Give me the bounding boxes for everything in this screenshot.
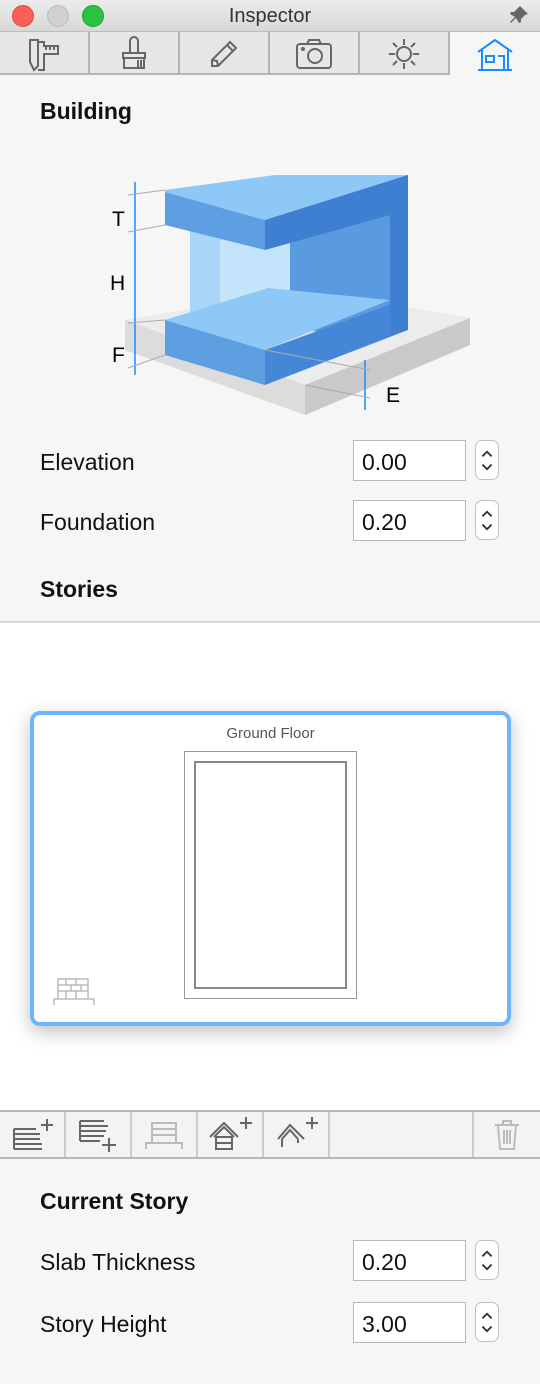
sun-icon [389,38,419,69]
tab-dimensions[interactable] [0,32,90,75]
foundation-icon [145,1121,183,1149]
building-heading: Building [40,98,132,124]
elevation-stepper[interactable] [475,440,499,480]
elevation-input[interactable]: 0.00 [353,440,466,481]
story-height-stepper[interactable] [475,1302,499,1342]
add-story-below-button[interactable] [66,1112,132,1157]
camera-icon [296,38,332,69]
elevation-label: E [386,384,400,407]
foundation-stepper[interactable] [475,500,499,540]
foundation-input[interactable]: 0.20 [353,500,466,541]
story-card[interactable]: Ground Floor [30,711,511,1026]
building-diagram: T H F E [110,175,470,415]
add-roof-icon [209,1116,252,1150]
add-roof-button[interactable] [198,1112,264,1157]
tab-draw[interactable] [180,32,270,75]
slab-thickness-input[interactable]: 0.20 [353,1240,466,1281]
add-roof-outline-button[interactable] [264,1112,330,1157]
trash-icon [495,1119,519,1150]
tab-style[interactable] [90,32,180,75]
height-label: H [110,272,125,295]
elevation-label: Elevation [40,449,135,475]
stories-list: Ground Floor [0,621,540,1111]
pencil-icon [211,40,238,67]
slab-thickness-stepper[interactable] [475,1240,499,1280]
add-story-below-icon [79,1119,116,1152]
story-toolbar [0,1110,540,1159]
inspector-tabs [0,32,540,77]
add-story-above-icon [13,1118,53,1150]
foundation-label: F [112,344,125,367]
story-height-input[interactable]: 3.00 [353,1302,466,1343]
stories-heading: Stories [40,576,118,602]
window-title: Inspector [228,5,312,27]
current-story-heading: Current Story [40,1188,189,1214]
add-story-above-button[interactable] [0,1112,66,1157]
thickness-label: T [112,208,125,231]
delete-story-button[interactable] [474,1112,540,1157]
tab-camera[interactable] [270,32,360,75]
foundation-icon [53,978,95,1005]
tab-building[interactable] [450,32,540,77]
brush-icon [122,35,146,69]
pin-icon[interactable] [508,4,530,26]
title-bar: Inspector [0,0,540,32]
slab-thickness-label: Slab Thickness [40,1249,196,1275]
foundation-button[interactable] [132,1112,198,1157]
foundation-label: Foundation [40,509,156,535]
caliper-icon [29,38,59,72]
add-roof-outline-icon [277,1116,318,1147]
story-name: Ground Floor [226,725,315,742]
tab-lighting[interactable] [360,32,450,75]
story-floorplan [184,751,357,999]
house-icon [477,38,513,71]
story-height-label: Story Height [40,1311,167,1337]
